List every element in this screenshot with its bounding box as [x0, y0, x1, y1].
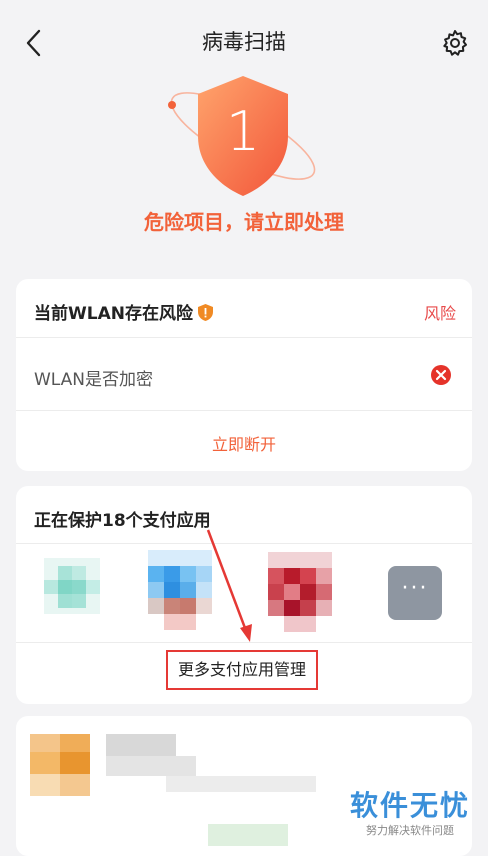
payment-card-title: 正在保护18个支付应用 [34, 511, 211, 531]
annotation-arrow-icon [206, 529, 252, 642]
wlan-card-title-text: 当前WLAN存在风险 [34, 304, 193, 324]
more-apps-button[interactable]: ··· [388, 566, 442, 620]
scan-result-hero: 1 危险项目，请立即处理 [0, 66, 488, 246]
warning-shield-icon [197, 304, 213, 321]
wlan-encryption-label: WLAN是否加密 [34, 370, 154, 390]
gear-icon[interactable] [440, 28, 470, 58]
app-icon-pixelated[interactable] [44, 558, 100, 614]
scan-status-text: 危险项目，请立即处理 [144, 210, 344, 234]
divider [16, 337, 472, 338]
watermark-title: 软件无忧 [349, 789, 470, 822]
wlan-card-title: 当前WLAN存在风险 [34, 299, 214, 324]
threat-count: 1 [225, 100, 261, 163]
blurred-text [106, 734, 316, 792]
close-circle-icon [431, 365, 451, 385]
app-icon-pixelated[interactable] [268, 552, 332, 632]
app-icon-pixelated [30, 734, 90, 796]
page-title: 病毒扫描 [202, 30, 286, 54]
watermark-subtitle: 努力解决软件问题 [365, 824, 454, 837]
divider [16, 410, 472, 411]
risk-badge: 风险 [423, 304, 456, 323]
wlan-risk-card: 当前WLAN存在风险 风险 WLAN是否加密 立即断开 [16, 279, 472, 471]
disconnect-button[interactable]: 立即断开 [16, 431, 472, 455]
watermark: 软件无忧 努力解决软件问题 [350, 784, 470, 838]
